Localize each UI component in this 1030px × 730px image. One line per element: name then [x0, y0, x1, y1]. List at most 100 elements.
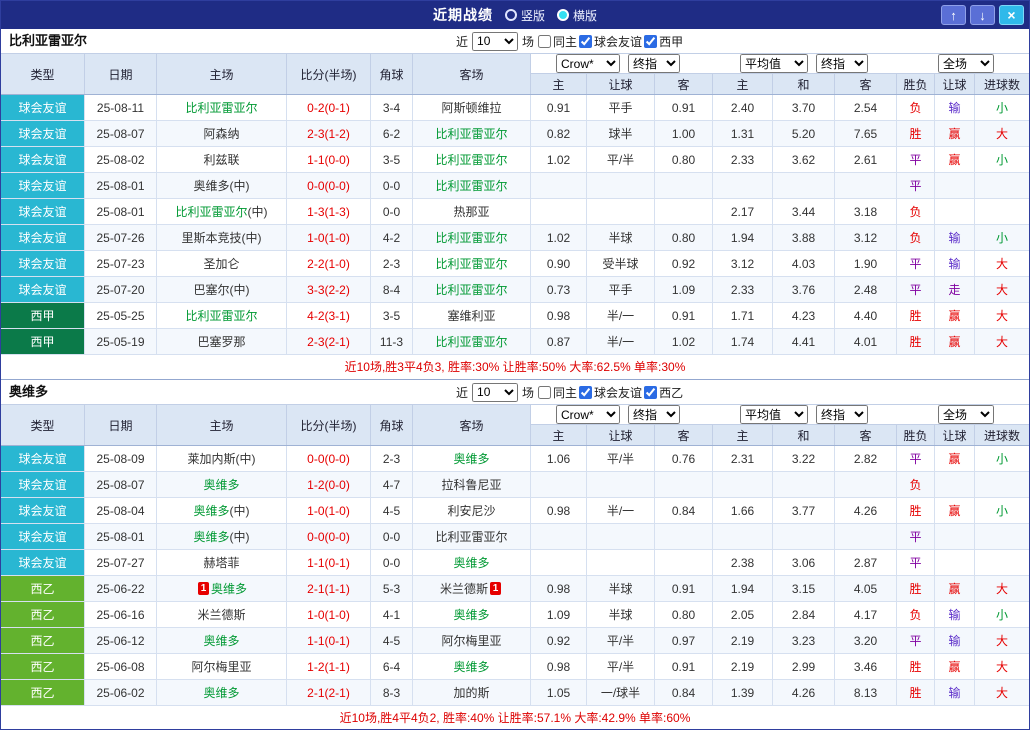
handicap-final-odds-select[interactable]: 终指 — [628, 54, 680, 73]
filter-checkbox[interactable]: 同主 — [538, 33, 577, 50]
table-row: 球会友谊25-08-11比利亚雷亚尔0-2(0-1)3-4阿斯顿维拉0.91平手… — [1, 95, 1029, 121]
team-name-link[interactable]: 利兹联 — [203, 151, 239, 168]
team-name-link[interactable]: 里斯本竞技 — [181, 229, 241, 246]
team-name-link[interactable]: 巴塞尔 — [193, 281, 229, 298]
filter-checkbox[interactable]: 球会友谊 — [579, 33, 642, 50]
team-name-link[interactable]: 米兰德斯 — [197, 606, 245, 623]
average-final-odds-select[interactable]: 终指 — [816, 405, 868, 424]
table-row: 球会友谊25-08-01奥维多(中)0-0(0-0)0-0比利亚雷亚尔平 — [1, 173, 1029, 199]
team-name-link[interactable]: 阿森纳 — [203, 125, 239, 142]
team-name-link[interactable]: 比利亚雷亚尔 — [435, 333, 507, 350]
match-count-select[interactable]: 10 — [472, 32, 518, 51]
table-row: 西乙25-06-02奥维多2-1(2-1)8-3加的斯1.05一/球半0.841… — [1, 680, 1029, 706]
team-name-link[interactable]: 热那亚 — [453, 203, 489, 220]
team-name-link[interactable]: 莱加内斯 — [187, 450, 235, 467]
result-cell: 负 — [897, 199, 935, 224]
neutral-ground-label: (中) — [236, 450, 256, 467]
odds-cell: 3.44 — [773, 199, 835, 224]
scroll-up-button[interactable]: ↑ — [941, 5, 966, 25]
average-select[interactable]: 平均值 — [740, 54, 808, 73]
team-name-link[interactable]: 奥维多 — [193, 502, 229, 519]
close-button[interactable]: × — [999, 5, 1024, 25]
team-name-link[interactable]: 奥维多 — [453, 658, 489, 675]
team-name-link[interactable]: 巴塞罗那 — [197, 333, 245, 350]
average-final-odds-select[interactable]: 终指 — [816, 54, 868, 73]
date-cell: 25-07-23 — [85, 251, 157, 276]
bookmaker-select[interactable]: Crow* — [556, 405, 620, 424]
layout-radio-vertical[interactable]: 竖版 — [505, 7, 545, 24]
odds-cell: 3.88 — [773, 225, 835, 250]
fulltime-scope-select[interactable]: 全场 — [938, 54, 994, 73]
handicap-final-odds-select[interactable]: 终指 — [628, 405, 680, 424]
team-name-link[interactable]: 比利亚雷亚尔 — [435, 528, 507, 545]
table-row: 球会友谊25-08-09莱加内斯(中)0-0(0-0)2-3奥维多1.06平/半… — [1, 446, 1029, 472]
fulltime-scope-select[interactable]: 全场 — [938, 405, 994, 424]
filter-checkbox[interactable]: 西乙 — [644, 384, 683, 401]
scroll-down-button[interactable]: ↓ — [970, 5, 995, 25]
team-name-link[interactable]: 奥维多 — [453, 554, 489, 571]
corners-cell: 0-0 — [371, 199, 413, 224]
team-name-link[interactable]: 利安尼沙 — [447, 502, 495, 519]
filter-checkbox[interactable]: 球会友谊 — [579, 384, 642, 401]
checkbox-input[interactable] — [579, 386, 592, 399]
team-name-link[interactable]: 奥维多 — [211, 580, 247, 597]
home-team-cell: 里斯本竞技(中) — [157, 225, 287, 250]
column-header: 主场 — [157, 54, 287, 94]
team-name-link[interactable]: 奥维多 — [193, 177, 229, 194]
team-name-link[interactable]: 比利亚雷亚尔 — [435, 255, 507, 272]
team-name-link[interactable]: 奥维多 — [203, 632, 239, 649]
team-name-link[interactable]: 赫塔菲 — [203, 554, 239, 571]
team-name-link[interactable]: 奥维多 — [193, 528, 229, 545]
away-team-cell: 利安尼沙 — [413, 498, 531, 523]
odds-cell — [655, 472, 713, 497]
team-name-link[interactable]: 阿斯顿维拉 — [441, 99, 501, 116]
result-cell: 平 — [897, 628, 935, 653]
team-name-link[interactable]: 奥维多 — [453, 450, 489, 467]
corners-cell: 4-7 — [371, 472, 413, 497]
team-name-link[interactable]: 拉科鲁尼亚 — [441, 476, 501, 493]
home-team-cell: 巴塞尔(中) — [157, 277, 287, 302]
team-name-link[interactable]: 比利亚雷亚尔 — [435, 177, 507, 194]
team-name-link[interactable]: 奥维多 — [203, 684, 239, 701]
team-name-link[interactable]: 阿尔梅里亚 — [441, 632, 501, 649]
team-name-link[interactable]: 米兰德斯 — [440, 580, 488, 597]
team-name-link[interactable]: 比利亚雷亚尔 — [435, 281, 507, 298]
corners-cell: 4-2 — [371, 225, 413, 250]
match-type-cell: 球会友谊 — [1, 121, 85, 146]
match-type-cell: 西乙 — [1, 576, 85, 601]
home-team-cell: 比利亚雷亚尔(中) — [157, 199, 287, 224]
neutral-ground-label: (中) — [242, 229, 262, 246]
filter-checkbox[interactable]: 同主 — [538, 384, 577, 401]
column-subheader: 客 — [655, 425, 713, 445]
near-label: 近 — [456, 33, 468, 50]
average-select[interactable]: 平均值 — [740, 405, 808, 424]
team-name-link[interactable]: 比利亚雷亚尔 — [175, 203, 247, 220]
team-name-link[interactable]: 奥维多 — [453, 606, 489, 623]
team-name-link[interactable]: 奥维多 — [203, 476, 239, 493]
checkbox-input[interactable] — [538, 35, 551, 48]
match-count-select[interactable]: 10 — [472, 383, 518, 402]
layout-radio-horizontal[interactable]: 横版 — [557, 7, 597, 24]
team-name-link[interactable]: 比利亚雷亚尔 — [435, 151, 507, 168]
section-title-row: 比利亚雷亚尔 近 10 场 同主球会友谊西甲 — [1, 29, 1029, 53]
date-cell: 25-06-12 — [85, 628, 157, 653]
table-row: 球会友谊25-08-01奥维多(中)0-0(0-0)0-0比利亚雷亚尔平 — [1, 524, 1029, 550]
checkbox-input[interactable] — [644, 386, 657, 399]
checkbox-input[interactable] — [538, 386, 551, 399]
team-name-link[interactable]: 加的斯 — [453, 684, 489, 701]
team-name-link[interactable]: 比利亚雷亚尔 — [185, 307, 257, 324]
team-name-link[interactable]: 比利亚雷亚尔 — [435, 229, 507, 246]
table-header: Crow*终指平均值终指全场类型日期主场比分(半场)角球客场主让球客主和客胜负让… — [1, 53, 1029, 95]
home-team-cell: 比利亚雷亚尔 — [157, 303, 287, 328]
home-team-cell: 莱加内斯(中) — [157, 446, 287, 471]
bookmaker-select[interactable]: Crow* — [556, 54, 620, 73]
checkbox-input[interactable] — [579, 35, 592, 48]
filter-checkbox[interactable]: 西甲 — [644, 33, 683, 50]
score-cell: 1-0(1-0) — [287, 498, 371, 523]
checkbox-input[interactable] — [644, 35, 657, 48]
team-name-link[interactable]: 比利亚雷亚尔 — [435, 125, 507, 142]
team-name-link[interactable]: 阿尔梅里亚 — [191, 658, 251, 675]
team-name-link[interactable]: 圣加仑 — [203, 255, 239, 272]
team-name-link[interactable]: 塞维利亚 — [447, 307, 495, 324]
team-name-link[interactable]: 比利亚雷亚尔 — [185, 99, 257, 116]
